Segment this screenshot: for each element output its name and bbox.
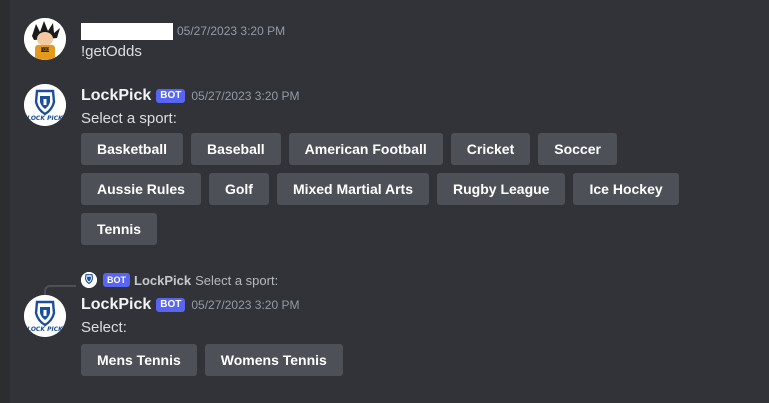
reply-text: Select a sport: [195, 272, 279, 288]
tennis-buttons-row: Mens Tennis Womens Tennis [81, 344, 343, 376]
lockpick-logo-icon: LOCK PICK [24, 84, 66, 126]
tennis-button[interactable]: Tennis [81, 213, 158, 245]
anime-character-avatar-icon: TOD [24, 18, 66, 60]
golf-button[interactable]: Golf [208, 173, 269, 205]
sport-buttons-row-1: Basketball Baseball American Football Cr… [81, 133, 617, 165]
bot-badge: BOT [156, 298, 186, 312]
lockpick-logo-icon [81, 272, 97, 288]
baseball-button[interactable]: Baseball [191, 133, 281, 165]
american-football-button[interactable]: American Football [288, 133, 443, 165]
redacted-username [81, 22, 173, 40]
message-text: Select: [81, 319, 127, 336]
bot-username[interactable]: LockPick [81, 296, 151, 314]
bot-avatar[interactable]: LOCK PICK [24, 295, 66, 337]
sport-buttons-row-2: Aussie Rules Golf Mixed Martial Arts Rug… [81, 173, 679, 205]
svg-text:LOCK PICK: LOCK PICK [27, 115, 64, 122]
message-timestamp: 05/27/2023 3:20 PM [191, 298, 300, 312]
ice-hockey-button[interactable]: Ice Hockey [573, 173, 679, 205]
womens-tennis-button[interactable]: Womens Tennis [204, 344, 343, 376]
reply-author: LockPick [134, 272, 192, 288]
cricket-button[interactable]: Cricket [450, 133, 531, 165]
reply-avatar [81, 272, 97, 288]
sport-buttons-row-3: Tennis [81, 213, 158, 245]
bot-username[interactable]: LockPick [81, 87, 151, 105]
mens-tennis-button[interactable]: Mens Tennis [81, 344, 197, 376]
bot-avatar[interactable]: LOCK PICK [24, 84, 66, 126]
reply-reference[interactable]: BOT LockPick Select a sport: [81, 272, 278, 288]
basketball-button[interactable]: Basketball [81, 133, 184, 165]
message-text: Select a sport: [81, 110, 177, 127]
mixed-martial-arts-button[interactable]: Mixed Martial Arts [276, 173, 430, 205]
rugby-league-button[interactable]: Rugby League [437, 173, 566, 205]
svg-text:LOCK PICK: LOCK PICK [27, 326, 64, 333]
user-avatar[interactable]: TOD [24, 18, 66, 60]
soccer-button[interactable]: Soccer [538, 133, 617, 165]
chat-left-edge [0, 0, 10, 403]
message-timestamp: 05/27/2023 3:20 PM [177, 24, 286, 38]
message-text: !getOdds [81, 43, 142, 60]
reply-bot-badge: BOT [103, 273, 130, 287]
message-timestamp: 05/27/2023 3:20 PM [191, 89, 300, 103]
aussie-rules-button[interactable]: Aussie Rules [81, 173, 201, 205]
bot-badge: BOT [156, 89, 186, 103]
svg-text:TOD: TOD [40, 47, 50, 52]
lockpick-logo-icon: LOCK PICK [24, 295, 66, 337]
